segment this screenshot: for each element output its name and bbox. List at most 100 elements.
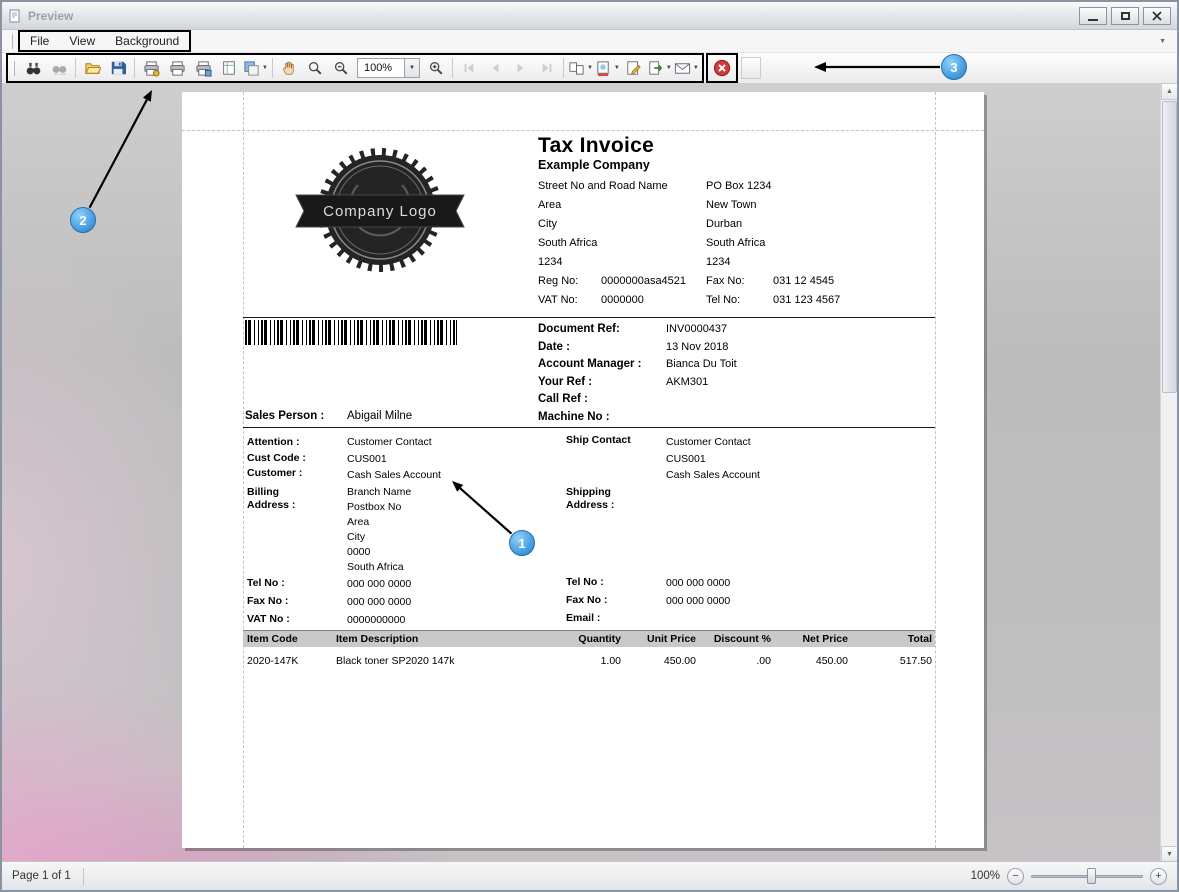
address-line: Street No and Road Name (538, 177, 706, 196)
menu-file[interactable]: File (20, 32, 59, 50)
margin-guide-left (243, 92, 244, 848)
divider (243, 317, 935, 318)
menu-view[interactable]: View (59, 32, 105, 50)
first-page-button[interactable] (456, 56, 482, 80)
cell-unit-price: 450.00 (621, 655, 696, 667)
dropdown-arrow-icon[interactable]: ▼ (262, 65, 268, 71)
hand-icon (281, 60, 297, 76)
edit-watermark-button[interactable] (621, 56, 647, 80)
background-layers-icon (243, 60, 260, 77)
printer-page-icon (195, 60, 212, 77)
tel-no-label: Tel No: (706, 291, 773, 310)
account-manager-value: Bianca Du Toit (666, 356, 878, 374)
statusbar-zoom-out-button[interactable]: − (1007, 868, 1024, 885)
dropdown-arrow-icon[interactable]: ▼ (693, 65, 699, 71)
page-setup-button[interactable] (216, 56, 242, 80)
close-window-button[interactable] (1143, 7, 1171, 25)
find-next-button[interactable] (46, 56, 72, 80)
ship-contact-label: Ship Contact (566, 434, 631, 446)
reg-no-label: Reg No: (538, 272, 601, 291)
previous-page-button[interactable] (482, 56, 508, 80)
col-quantity: Quantity (561, 633, 621, 645)
billing-line: 0000 (347, 546, 370, 558)
account-manager-label: Account Manager : (538, 356, 666, 374)
multiple-pages-icon (568, 60, 585, 77)
minimize-button[interactable] (1079, 7, 1107, 25)
toolbar-overflow-icon[interactable]: ▼ (1154, 35, 1171, 48)
save-button[interactable] (105, 56, 131, 80)
tel-no-value: 031 123 4567 (773, 291, 878, 310)
address-line: Durban (706, 215, 878, 234)
zoom-dropdown-icon[interactable]: ▼ (404, 59, 419, 77)
last-page-button[interactable] (534, 56, 560, 80)
close-preview-button[interactable] (709, 56, 735, 80)
sales-person-row: Sales Person : Abigail Milne (245, 410, 525, 422)
zoom-slider[interactable] (1031, 867, 1143, 885)
next-page-button[interactable] (508, 56, 534, 80)
shipping-tel-value: 000 000 0000 (666, 577, 730, 589)
vat-no-value: 0000000 (601, 291, 706, 310)
address-line: South Africa (706, 234, 878, 253)
vertical-scrollbar[interactable]: ▲ ▼ (1160, 83, 1177, 863)
cell-item-code: 2020-147K (243, 655, 336, 667)
dropdown-arrow-icon[interactable]: ▼ (614, 65, 620, 71)
toolbar-separator (563, 58, 564, 78)
print-page-button[interactable] (190, 56, 216, 80)
toolbar-separator (134, 58, 135, 78)
shipping-fax-label: Fax No : (566, 594, 607, 606)
print-button[interactable] (164, 56, 190, 80)
maximize-button[interactable] (1111, 7, 1139, 25)
printer-settings-icon (143, 60, 160, 77)
item-row: 2020-147K Black toner SP2020 147k 1.00 4… (243, 655, 935, 667)
company-name: Example Company (538, 156, 878, 175)
address-line: 1234 (538, 253, 706, 272)
zoom-slider-thumb[interactable] (1087, 868, 1096, 884)
billing-line: Postbox No (347, 501, 401, 513)
multiple-pages-button[interactable]: ▼ (567, 56, 594, 80)
zoom-value[interactable]: 100% (358, 62, 404, 74)
zoom-in-button[interactable] (423, 56, 449, 80)
page-color-button[interactable]: ▼ (594, 56, 621, 80)
zoom-combobox[interactable]: 100% ▼ (357, 58, 420, 78)
statusbar-separator (83, 868, 84, 885)
dropdown-arrow-icon[interactable]: ▼ (666, 65, 672, 71)
billing-line: Branch Name (347, 486, 411, 498)
call-ref-label: Call Ref : (538, 391, 666, 409)
ship-contact-value: Customer Contact (666, 436, 751, 448)
minimize-icon (1088, 19, 1098, 21)
toolbar-separator (272, 58, 273, 78)
pan-hand-button[interactable] (276, 56, 302, 80)
machine-no-label: Machine No : (538, 409, 666, 427)
fax-no-label: Fax No: (706, 272, 773, 291)
menu-background[interactable]: Background (105, 32, 189, 50)
close-red-icon (713, 59, 731, 77)
billing-address-label: Billing Address : (247, 486, 319, 512)
callout-badge-1: 1 (509, 530, 535, 556)
cust-code-value: CUS001 (347, 453, 387, 465)
scrollbar-thumb[interactable] (1162, 101, 1177, 393)
cell-item-description: Black toner SP2020 147k (336, 655, 561, 667)
find-button[interactable] (20, 56, 46, 80)
col-net-price: Net Price (771, 633, 848, 645)
invoice-document: Company Logo Tax Invoice Example Company… (182, 92, 984, 848)
billing-line: Area (347, 516, 369, 528)
shipping-address-label: Shipping Address : (566, 486, 644, 512)
zoom-tool-button[interactable] (302, 56, 328, 80)
zoom-out-button[interactable] (328, 56, 354, 80)
email-button[interactable]: ▼ (673, 56, 700, 80)
cell-net-price: 450.00 (771, 655, 848, 667)
preview-window: Preview File View Background ▼ (0, 0, 1179, 892)
sales-person-label: Sales Person : (245, 410, 347, 422)
fax-no-value: 031 12 4545 (773, 272, 878, 291)
cell-discount: .00 (696, 655, 771, 667)
dropdown-arrow-icon[interactable]: ▼ (587, 65, 593, 71)
open-button[interactable] (79, 56, 105, 80)
export-button[interactable]: ▼ (647, 56, 673, 80)
print-options-button[interactable] (138, 56, 164, 80)
doc-ref-value: INV0000437 (666, 321, 878, 339)
background-button[interactable]: ▼ (242, 56, 269, 80)
statusbar-zoom-in-button[interactable]: + (1150, 868, 1167, 885)
billing-vat-value: 0000000000 (347, 614, 405, 626)
scroll-up-icon[interactable]: ▲ (1161, 83, 1177, 100)
previous-page-icon (488, 61, 502, 75)
